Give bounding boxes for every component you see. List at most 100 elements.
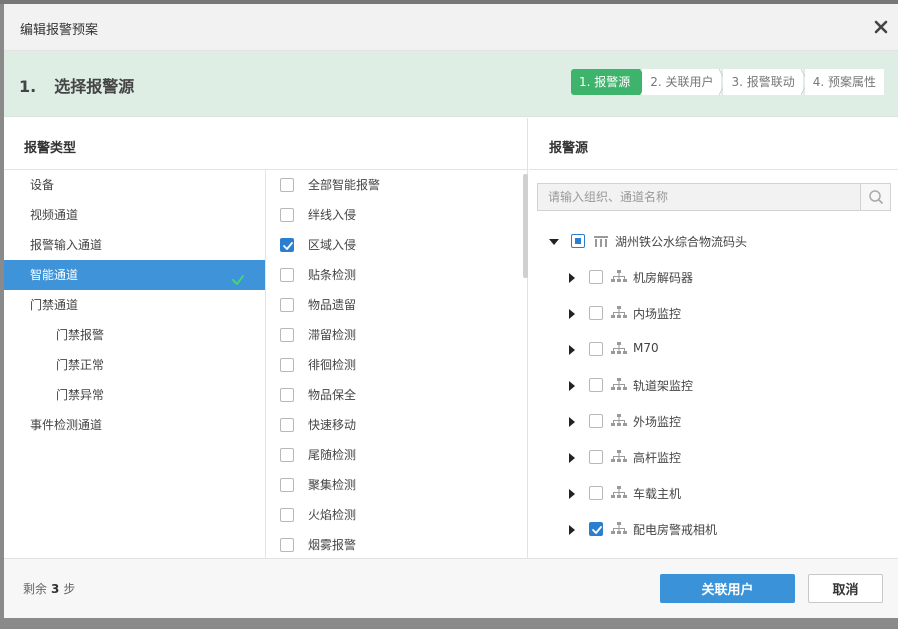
caret-right-icon[interactable] <box>567 344 577 355</box>
caret-down-icon[interactable] <box>549 236 559 246</box>
tree-node-checkbox[interactable] <box>589 450 603 464</box>
tree-node[interactable]: 高杆监控 <box>529 439 898 475</box>
tree-node[interactable]: M70 <box>529 331 898 367</box>
step-1: 1. 报警源 <box>570 69 649 95</box>
alarm-type-item[interactable]: 门禁通道 <box>4 290 265 320</box>
alarm-subtype-item[interactable]: 快速移动 <box>267 410 525 440</box>
alarm-type-item[interactable]: 设备 <box>4 170 265 200</box>
tree-node-checkbox[interactable] <box>589 342 603 356</box>
subtype-checkbox[interactable] <box>280 448 294 462</box>
tree-node[interactable]: 配电房警戒相机 <box>529 511 898 547</box>
caret-right-icon[interactable] <box>567 272 577 283</box>
link-users-button[interactable]: 关联用户 <box>660 574 795 603</box>
subtype-checkbox[interactable] <box>280 298 294 312</box>
alarm-subtype-item[interactable]: 全部智能报警 <box>267 170 525 200</box>
alarm-subtype-item[interactable]: 尾随检测 <box>267 440 525 470</box>
alarm-type-label: 门禁通道 <box>30 298 79 312</box>
caret-right-icon[interactable] <box>567 452 577 463</box>
tree-node[interactable]: 内场监控 <box>529 295 898 331</box>
subtype-label: 快速移动 <box>308 418 357 432</box>
alarm-type-item[interactable]: 报警输入通道 <box>4 230 265 260</box>
subtype-label: 滞留检测 <box>308 328 357 342</box>
subtype-checkbox[interactable] <box>280 238 294 252</box>
device-group-icon <box>611 450 627 464</box>
tree-node[interactable]: 机房解码器 <box>529 259 898 295</box>
device-group-icon <box>611 486 627 500</box>
subtype-label: 尾随检测 <box>308 448 357 462</box>
device-group-icon <box>611 342 627 356</box>
subtype-scrollbar[interactable] <box>523 174 528 278</box>
alarm-type-item[interactable]: 事件检测通道 <box>4 410 265 440</box>
subtype-checkbox[interactable] <box>280 358 294 372</box>
organization-icon <box>593 234 609 248</box>
alarm-source-header: 报警源 <box>529 118 898 170</box>
alarm-subtype-item[interactable]: 火焰检测 <box>267 500 525 530</box>
device-group-icon <box>611 378 627 392</box>
subtype-label: 物品遗留 <box>308 298 357 312</box>
caret-right-icon[interactable] <box>567 488 577 499</box>
alarm-subtype-item[interactable]: 烟雾报警 <box>267 530 525 558</box>
alarm-type-item[interactable]: 视频通道 <box>4 200 265 230</box>
alarm-subtype-item[interactable]: 徘徊检测 <box>267 350 525 380</box>
subtype-checkbox[interactable] <box>280 388 294 402</box>
subtype-checkbox[interactable] <box>280 208 294 222</box>
cancel-button[interactable]: 取消 <box>808 574 883 603</box>
subtype-label: 聚集检测 <box>308 478 357 492</box>
caret-right-icon[interactable] <box>567 416 577 427</box>
subtype-checkbox[interactable] <box>280 418 294 432</box>
tree-node-checkbox[interactable] <box>589 486 603 500</box>
tree-node[interactable]: 车载主机 <box>529 475 898 511</box>
tree-node[interactable]: 外场监控 <box>529 403 898 439</box>
tree-node-checkbox[interactable] <box>589 270 603 284</box>
caret-right-icon[interactable] <box>567 524 577 535</box>
search-icon <box>869 190 883 204</box>
alarm-type-item[interactable]: 门禁报警 <box>4 320 265 350</box>
subtype-checkbox[interactable] <box>280 478 294 492</box>
alarm-type-panel: 报警类型 设备视频通道 报警输入通道智能通道门禁通道门禁报警 门禁正常 门禁异常 事件检… <box>4 118 528 558</box>
alarm-subtype-item[interactable]: 区域入侵 <box>267 230 525 260</box>
alarm-type-header: 报警类型 <box>4 118 527 170</box>
alarm-subtype-item[interactable]: 绊线入侵 <box>267 200 525 230</box>
current-step-title: 1. 选择报警源 <box>19 73 134 97</box>
tree-node-label: 湖州铁公水综合物流码头 <box>615 235 748 249</box>
remaining-count: 3 <box>51 582 60 596</box>
subtype-checkbox[interactable] <box>280 508 294 522</box>
tree-node-checkbox[interactable] <box>589 306 603 320</box>
tree-root-node[interactable]: 湖州铁公水综合物流码头 <box>529 223 898 259</box>
subtype-checkbox[interactable] <box>280 178 294 192</box>
step-4: 4. 预案属性 <box>804 69 884 95</box>
alarm-type-item[interactable]: 门禁异常 <box>4 380 265 410</box>
alarm-subtype-item[interactable]: 贴条检测 <box>267 260 525 290</box>
step-header: 1. 选择报警源 1. 报警源 2. 关联用户 3. 报警联动 4. 预案属性 <box>4 51 898 117</box>
alarm-subtype-item[interactable]: 聚集检测 <box>267 470 525 500</box>
alarm-type-item[interactable]: 智能通道 <box>4 260 265 290</box>
alarm-subtype-item[interactable]: 物品遗留 <box>267 290 525 320</box>
device-group-icon <box>611 306 627 320</box>
step-2: 2. 关联用户 <box>642 68 728 96</box>
tree-node[interactable]: 轨道架监控 <box>529 367 898 403</box>
tree-node-checkbox[interactable] <box>589 414 603 428</box>
close-icon[interactable] <box>872 18 890 36</box>
tree-node-label: 内场监控 <box>633 307 682 321</box>
caret-right-icon[interactable] <box>567 308 577 319</box>
caret-right-icon[interactable] <box>567 380 577 391</box>
alarm-subtype-item[interactable]: 滞留检测 <box>267 320 525 350</box>
source-search <box>537 183 891 211</box>
tree-node-label: 轨道架监控 <box>633 379 694 393</box>
alarm-subtype-list: 全部智能报警绊线入侵 区域入侵贴条检测物品遗留滞留检测徘徊检测 物品保全快速移动尾随… <box>267 170 525 558</box>
alarm-type-label: 智能通道 <box>30 268 79 282</box>
subtype-checkbox[interactable] <box>280 328 294 342</box>
subtype-checkbox[interactable] <box>280 268 294 282</box>
alarm-type-label: 设备 <box>30 178 55 192</box>
search-button[interactable] <box>860 184 890 210</box>
alarm-subtype-item[interactable]: 物品保全 <box>267 380 525 410</box>
subtype-checkbox[interactable] <box>280 538 294 552</box>
subtype-label: 全部智能报警 <box>308 178 381 192</box>
tree-node-checkbox[interactable] <box>589 378 603 392</box>
source-search-input[interactable] <box>538 184 858 210</box>
tree-node-label: 车载主机 <box>633 487 682 501</box>
alarm-type-item[interactable]: 门禁正常 <box>4 350 265 380</box>
subtype-label: 贴条检测 <box>308 268 357 282</box>
tree-node-checkbox[interactable] <box>589 522 603 536</box>
tree-node-checkbox[interactable] <box>571 234 585 248</box>
